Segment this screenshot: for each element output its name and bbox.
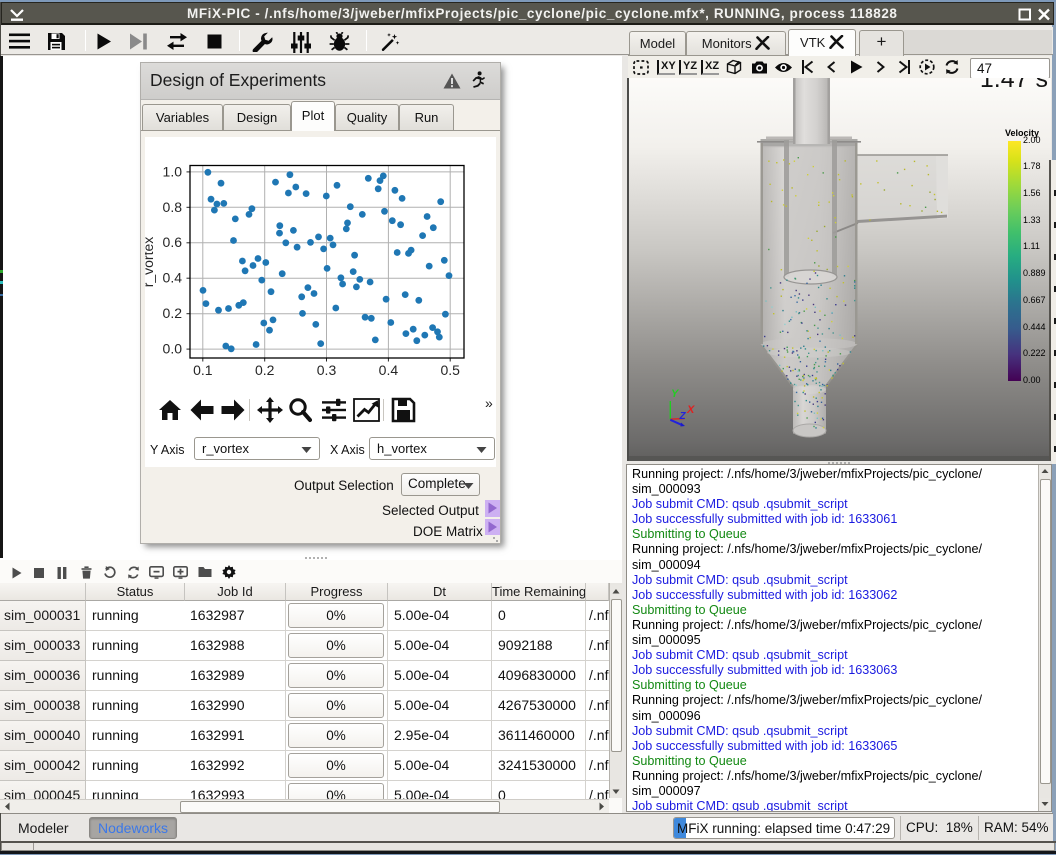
svg-text:0.2: 0.2 — [255, 362, 275, 378]
svg-text:0.2: 0.2 — [163, 305, 183, 321]
svg-text:0.0: 0.0 — [163, 341, 183, 357]
svg-text:1.0: 1.0 — [163, 163, 183, 179]
svg-text:0.8: 0.8 — [163, 199, 183, 215]
svg-text:r_vortex: r_vortex — [145, 237, 156, 288]
svg-text:0.1: 0.1 — [193, 362, 213, 378]
svg-text:Y: Y — [671, 388, 680, 400]
svg-text:0.4: 0.4 — [163, 270, 183, 286]
svg-text:0.3: 0.3 — [317, 362, 337, 378]
svg-text:0.5: 0.5 — [440, 362, 460, 378]
svg-text:0.4: 0.4 — [379, 362, 399, 378]
svg-text:0.6: 0.6 — [163, 234, 183, 250]
svg-text:X: X — [686, 404, 695, 416]
svg-text:Z: Z — [679, 411, 687, 422]
